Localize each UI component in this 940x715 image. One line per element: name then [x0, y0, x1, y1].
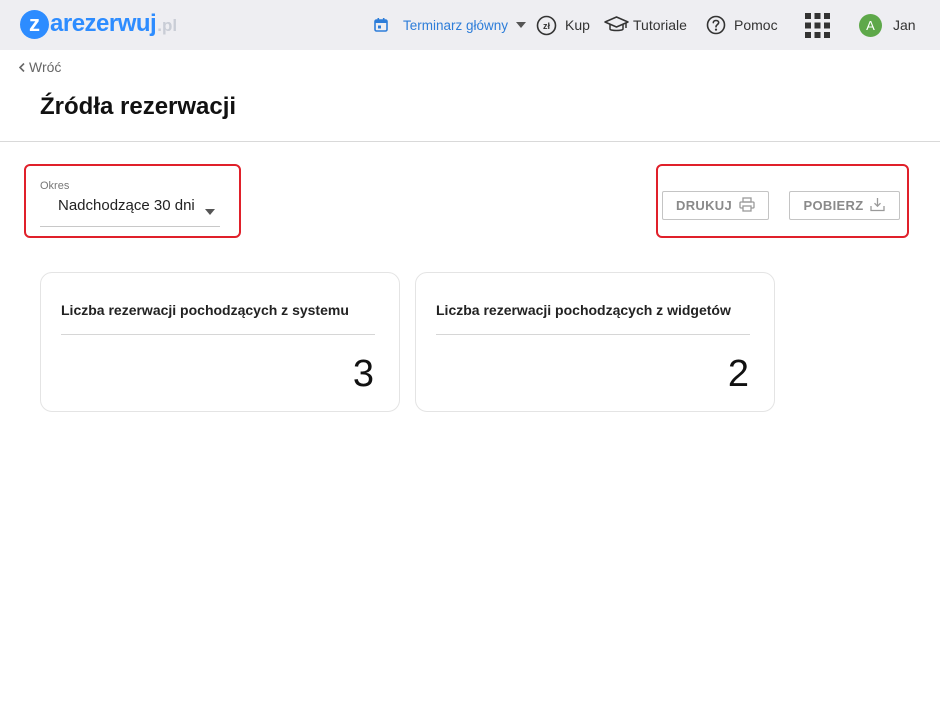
stat-card-divider	[61, 334, 375, 335]
calendar-icon	[373, 17, 389, 33]
print-button[interactable]: DRUKUJ	[662, 191, 769, 220]
back-link-label: Wróć	[29, 59, 62, 75]
nav-tutorials-label: Tutoriale	[633, 17, 687, 33]
period-select-value: Nadchodzące 30 dni	[58, 197, 195, 214]
page-title: Źródła rezerwacji	[40, 93, 237, 120]
period-select[interactable]: Okres Nadchodzące 30 dni	[40, 180, 220, 227]
header-divider	[0, 141, 940, 142]
print-button-label: DRUKUJ	[676, 198, 732, 213]
chevron-down-icon	[205, 202, 215, 220]
nav-calendar-dropdown[interactable]: Terminarz główny	[373, 0, 527, 50]
printer-icon	[739, 196, 755, 215]
period-select-label: Okres	[40, 180, 70, 192]
nav-help-label: Pomoc	[734, 17, 778, 33]
download-icon	[870, 197, 886, 215]
apps-menu-button[interactable]	[805, 0, 830, 50]
user-menu[interactable]: A Jan	[859, 0, 916, 50]
svg-text:zł: zł	[543, 21, 551, 31]
stat-card-divider	[436, 334, 750, 335]
stat-card-value: 3	[352, 353, 374, 395]
graduation-cap-icon	[604, 16, 629, 34]
nav-help[interactable]: Pomoc	[706, 0, 778, 50]
chevron-left-icon	[18, 59, 25, 75]
chevron-down-icon	[516, 22, 527, 28]
stat-card-title: Liczba rezerwacji pochodzących z widgetó…	[436, 302, 731, 318]
nav-calendar-label: Terminarz główny	[403, 17, 509, 33]
apps-grid-icon	[805, 12, 830, 38]
app-logo[interactable]: z arezerwuj .pl	[20, 9, 177, 39]
avatar: A	[859, 13, 882, 37]
logo-tld: .pl	[157, 16, 178, 35]
stat-card-value: 2	[727, 353, 749, 395]
nav-buy-label: Kup	[565, 17, 590, 33]
stat-card-widgets: Liczba rezerwacji pochodzących z widgetó…	[415, 272, 775, 412]
back-link[interactable]: Wróć	[18, 59, 62, 75]
stat-card-system: Liczba rezerwacji pochodzących z systemu…	[40, 272, 400, 412]
user-name: Jan	[893, 17, 916, 33]
nav-buy[interactable]: zł Kup	[536, 0, 590, 50]
download-button[interactable]: POBIERZ	[789, 191, 900, 220]
zloty-coin-icon: zł	[536, 15, 557, 36]
logo-mark: z	[20, 9, 49, 39]
logo-name: arezerwuj	[50, 10, 157, 37]
question-circle-icon	[706, 15, 726, 35]
nav-tutorials[interactable]: Tutoriale	[604, 0, 687, 50]
top-bar: z arezerwuj .pl Terminarz główny zł Kup	[0, 0, 940, 50]
stat-card-title: Liczba rezerwacji pochodzących z systemu	[61, 302, 349, 318]
download-button-label: POBIERZ	[803, 198, 864, 213]
